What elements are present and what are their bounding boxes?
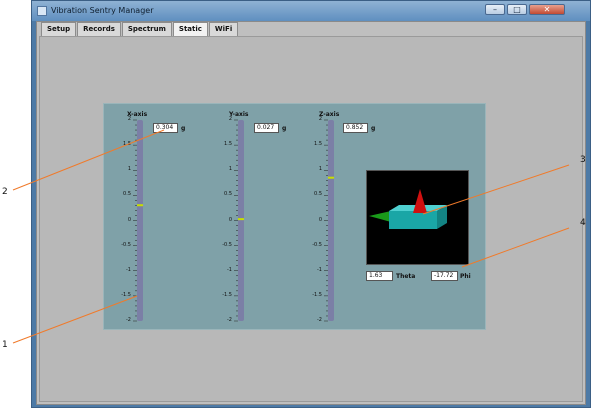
callout-lines xyxy=(12,129,570,344)
callout-line-1 xyxy=(12,295,138,344)
callout-line-3 xyxy=(422,164,570,215)
callout-number-1: 1 xyxy=(2,340,8,350)
callout-line-4 xyxy=(461,227,570,268)
callout-number-4: 4 xyxy=(580,218,586,228)
screen: Vibration Sentry Manager – □ ✕ Setup Rec… xyxy=(0,0,591,408)
callout-number-2: 2 xyxy=(2,187,8,197)
callout-number-3: 3 xyxy=(580,155,586,165)
callout-line-2 xyxy=(12,129,165,191)
